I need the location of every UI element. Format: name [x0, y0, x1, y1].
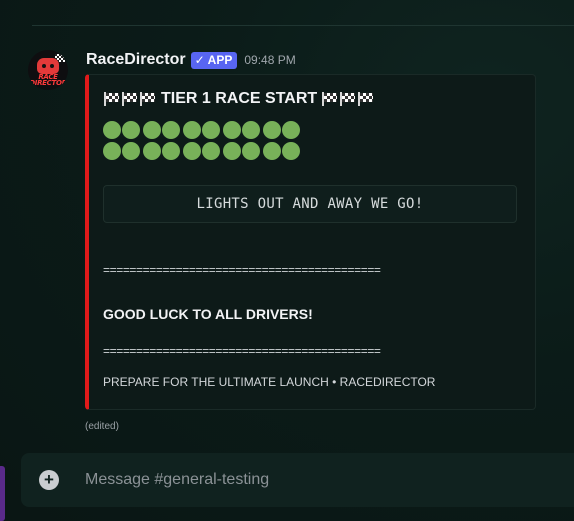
message-header: RaceDirector ✓ APP 09:48 PM: [86, 50, 296, 70]
edited-label: (edited): [85, 421, 119, 432]
green-light-icon: [202, 142, 220, 160]
green-light-icon: [282, 142, 300, 160]
green-light-icon: [103, 142, 121, 160]
separator-line: ========================================…: [103, 344, 381, 358]
green-light-icon: [202, 121, 220, 139]
green-light-icon: [282, 121, 300, 139]
username[interactable]: RaceDirector: [86, 51, 186, 69]
avatar-logo-text: RACE DIRECTOR: [29, 73, 67, 87]
green-light-icon: [263, 121, 281, 139]
code-text: LIGHTS OUT AND AWAY WE GO!: [196, 196, 424, 212]
embed-footer: PREPARE FOR THE ULTIMATE LAUNCH • RACEDI…: [103, 375, 436, 389]
bot-face-icon: [37, 58, 59, 74]
separator-line: ========================================…: [103, 263, 381, 277]
server-indicator: [0, 466, 5, 521]
green-light-icon: [162, 142, 180, 160]
light-row: [103, 121, 303, 141]
checkered-flags-icon-left: [103, 92, 157, 106]
green-light-icon: [223, 142, 241, 160]
green-light-icon: [183, 142, 201, 160]
green-light-icon: [223, 121, 241, 139]
message-input[interactable]: Message #general-testing: [85, 471, 269, 489]
checkered-flags-icon-right: [321, 92, 375, 106]
plus-icon: +: [44, 470, 54, 489]
green-light-icon: [122, 121, 140, 139]
app-badge: ✓ APP: [190, 51, 238, 69]
app-badge-label: APP: [207, 53, 233, 67]
green-light-icon: [242, 142, 260, 160]
top-divider: [32, 25, 574, 26]
green-light-icon: [183, 121, 201, 139]
light-row: [103, 142, 303, 162]
green-light-icon: [143, 142, 161, 160]
timestamp[interactable]: 09:48 PM: [244, 53, 295, 67]
avatar[interactable]: RACE DIRECTOR: [28, 50, 68, 90]
embed-title-text: TIER 1 RACE START: [161, 90, 318, 107]
good-luck-text: GOOD LUCK TO ALL DRIVERS!: [103, 306, 313, 322]
green-light-icon: [143, 121, 161, 139]
code-block: LIGHTS OUT AND AWAY WE GO!: [103, 185, 517, 223]
message-composer[interactable]: + Message #general-testing: [21, 453, 574, 507]
embed: TIER 1 RACE START LIGHTS OUT AND AWAY WE…: [85, 74, 536, 410]
add-attachment-button[interactable]: +: [39, 470, 59, 490]
green-light-icon: [122, 142, 140, 160]
green-light-icon: [263, 142, 281, 160]
green-light-icon: [242, 121, 260, 139]
green-light-icon: [162, 121, 180, 139]
green-light-icon: [103, 121, 121, 139]
checkmark-icon: ✓: [194, 53, 205, 67]
start-lights: [103, 121, 303, 163]
embed-title: TIER 1 RACE START: [103, 90, 379, 108]
